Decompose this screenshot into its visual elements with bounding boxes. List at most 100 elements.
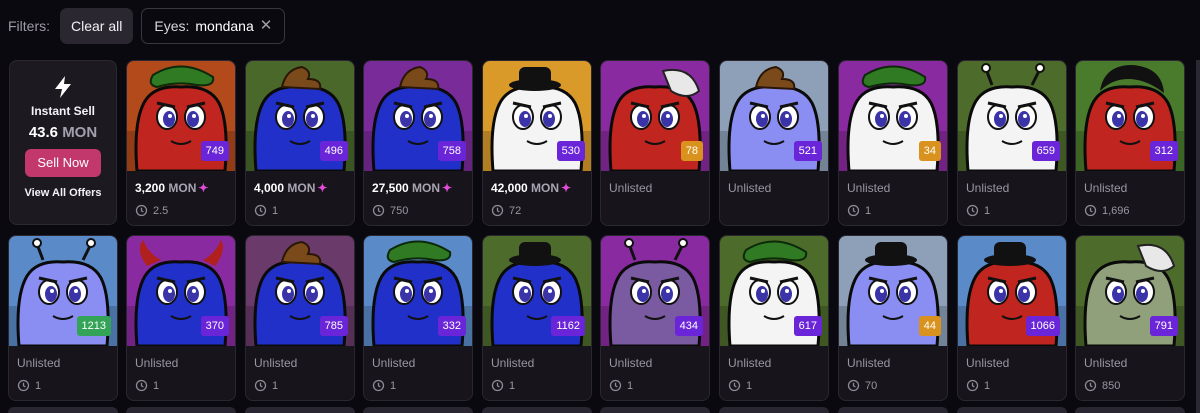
- history-icon: [491, 379, 504, 392]
- view-all-offers-link[interactable]: View All Offers: [24, 187, 101, 199]
- nft-card[interactable]: 496 4,000 MON ✦ 1: [245, 60, 355, 226]
- history-icon: [1084, 204, 1097, 217]
- nft-card[interactable]: 785 Unlisted 1: [245, 235, 355, 401]
- nft-card[interactable]: 78 Unlisted: [600, 60, 710, 226]
- last-sale-stat: 1: [135, 379, 159, 392]
- scrollbar[interactable]: [1196, 60, 1200, 413]
- unlisted-label: Unlisted: [966, 356, 1010, 370]
- instant-sell-currency: MON: [62, 124, 98, 141]
- rarity-rank-badge: 1066: [1025, 316, 1060, 336]
- rarity-rank-badge: 791: [1149, 316, 1178, 336]
- next-row-card-edge[interactable]: [838, 407, 948, 413]
- nft-card[interactable]: 332 Unlisted 1: [363, 235, 473, 401]
- next-row-card-edge[interactable]: [600, 407, 710, 413]
- nft-card[interactable]: 434 Unlisted 1: [600, 235, 710, 401]
- sell-now-button[interactable]: Sell Now: [25, 149, 101, 177]
- unlisted-label: Unlisted: [135, 356, 179, 370]
- nft-card[interactable]: 1162 Unlisted 1: [482, 235, 592, 401]
- next-row-card-edge[interactable]: [126, 407, 236, 413]
- sparkle-icon: ✦: [317, 181, 328, 195]
- filter-bar: Filters: Clear all Eyes: mondana ✕: [0, 0, 1200, 52]
- nft-card[interactable]: 659 Unlisted 1: [957, 60, 1067, 226]
- nft-card[interactable]: 312 Unlisted 1,696: [1075, 60, 1185, 226]
- unlisted-label: Unlisted: [1084, 356, 1128, 370]
- next-row-card-edge[interactable]: [245, 407, 355, 413]
- instant-sell-title: Instant Sell: [30, 104, 95, 118]
- stat-value: 1: [272, 204, 279, 217]
- nft-card[interactable]: 758 27,500 MON ✦ 750: [363, 60, 473, 226]
- last-sale-stat: 70: [847, 379, 877, 392]
- nft-card[interactable]: 1066 Unlisted 1: [957, 235, 1067, 401]
- unlisted-label: Unlisted: [372, 356, 416, 370]
- rarity-rank-badge: 785: [319, 316, 348, 336]
- price-value: 3,200: [135, 181, 166, 195]
- rarity-rank-badge: 496: [319, 141, 348, 161]
- history-icon: [966, 204, 979, 217]
- price-value: 4,000: [254, 181, 285, 195]
- next-row-card-edge[interactable]: [8, 407, 118, 413]
- nft-card[interactable]: 530 42,000 MON ✦ 72: [482, 60, 592, 226]
- sparkle-icon: ✦: [561, 181, 572, 195]
- rarity-rank-badge: 659: [1031, 141, 1060, 161]
- stat-value: 1: [746, 379, 753, 392]
- stat-value: 1: [153, 379, 160, 392]
- price: 4,000 MON ✦: [254, 181, 327, 195]
- clear-all-button[interactable]: Clear all: [60, 8, 134, 44]
- price-currency: MON: [287, 181, 316, 195]
- nft-card[interactable]: 44 Unlisted 70: [838, 235, 948, 401]
- nft-card[interactable]: 370 Unlisted 1: [126, 235, 236, 401]
- remove-filter-icon[interactable]: ✕: [260, 9, 273, 43]
- history-icon: [847, 379, 860, 392]
- rarity-rank-badge: 1213: [76, 316, 111, 336]
- last-sale-stat: 750: [372, 204, 408, 217]
- stat-value: 2.5: [153, 204, 169, 217]
- unlisted-label: Unlisted: [728, 181, 772, 195]
- unlisted-label: Unlisted: [609, 181, 653, 195]
- history-icon: [966, 379, 979, 392]
- stat-value: 70: [865, 379, 878, 392]
- stat-value: 850: [1102, 379, 1121, 392]
- last-sale-stat: 72: [491, 204, 521, 217]
- unlisted-label: Unlisted: [609, 356, 653, 370]
- next-row-card-edge[interactable]: [719, 407, 829, 413]
- rarity-rank-badge: 312: [1149, 141, 1178, 161]
- nft-card[interactable]: 521 Unlisted: [719, 60, 829, 226]
- history-icon: [254, 204, 267, 217]
- last-sale-stat: 850: [1084, 379, 1120, 392]
- price-currency: MON: [531, 181, 560, 195]
- sparkle-icon: ✦: [198, 181, 209, 195]
- rarity-rank-badge: 44: [918, 316, 941, 336]
- stat-value: 1: [509, 379, 516, 392]
- last-sale-stat: 1: [847, 204, 871, 217]
- history-icon: [728, 379, 741, 392]
- last-sale-stat: 1: [728, 379, 752, 392]
- unlisted-label: Unlisted: [254, 356, 298, 370]
- rarity-rank-badge: 332: [437, 316, 466, 336]
- unlisted-label: Unlisted: [728, 356, 772, 370]
- next-row-card-edge[interactable]: [957, 407, 1067, 413]
- nft-card[interactable]: 1213 Unlisted 1: [8, 235, 118, 401]
- last-sale-stat: 1: [966, 379, 990, 392]
- last-sale-stat: 1: [17, 379, 41, 392]
- history-icon: [1084, 379, 1097, 392]
- next-row-card-edge[interactable]: [1075, 407, 1185, 413]
- nft-card[interactable]: 617 Unlisted 1: [719, 235, 829, 401]
- price: 27,500 MON ✦: [372, 181, 452, 195]
- nft-card[interactable]: 34 Unlisted 1: [838, 60, 948, 226]
- next-row-card-edge[interactable]: [482, 407, 592, 413]
- stat-value: 750: [390, 204, 409, 217]
- history-icon: [491, 204, 504, 217]
- price: 42,000 MON ✦: [491, 181, 571, 195]
- nft-card[interactable]: 791 Unlisted 850: [1075, 235, 1185, 401]
- last-sale-stat: 1: [491, 379, 515, 392]
- history-icon: [372, 204, 385, 217]
- stat-value: 1: [984, 379, 991, 392]
- instant-sell-amount: 43.6 MON: [29, 124, 97, 141]
- filter-value: mondana: [195, 18, 254, 34]
- history-icon: [372, 379, 385, 392]
- rarity-rank-badge: 434: [674, 316, 703, 336]
- unlisted-label: Unlisted: [17, 356, 61, 370]
- next-row-card-edge[interactable]: [363, 407, 473, 413]
- nft-card[interactable]: 749 3,200 MON ✦ 2.5: [126, 60, 236, 226]
- eyes-filter-chip[interactable]: Eyes: mondana ✕: [141, 8, 286, 44]
